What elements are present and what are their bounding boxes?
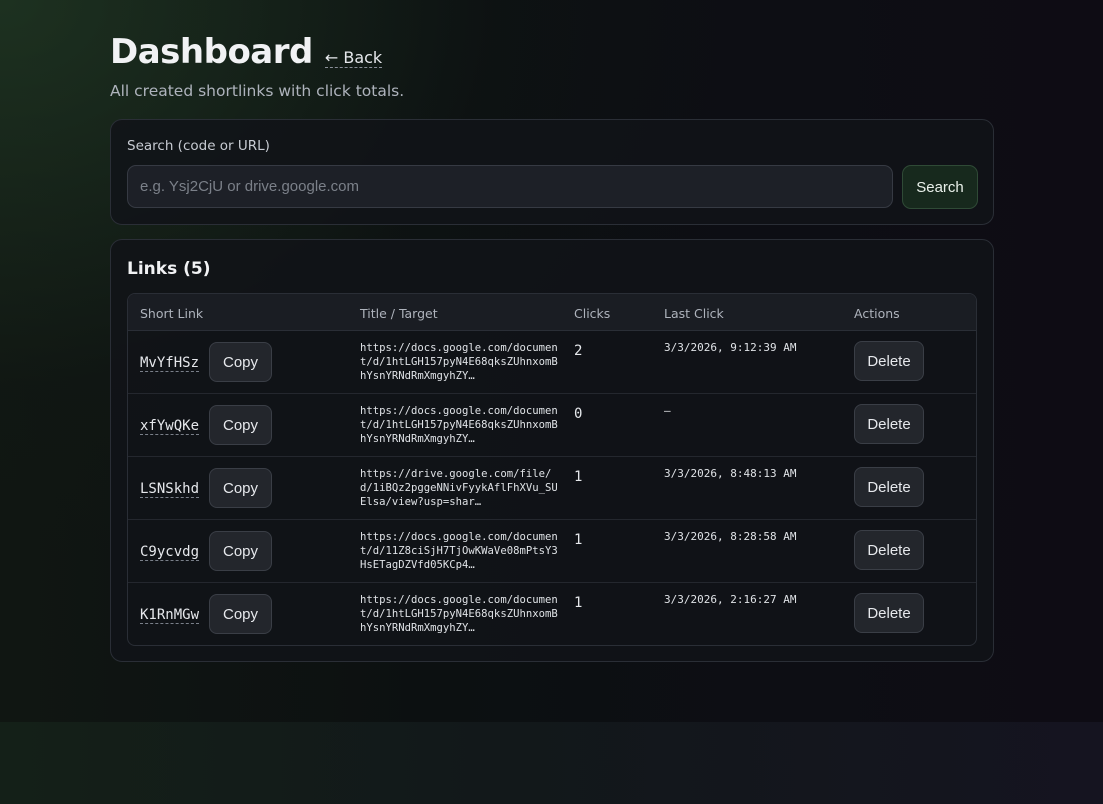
- last-click-time: 3/3/2026, 8:48:13 AM: [664, 467, 797, 480]
- column-header-clicks: Clicks: [574, 306, 611, 321]
- column-header-short-link: Short Link: [140, 306, 204, 321]
- short-link-code[interactable]: K1RnMGw: [140, 607, 200, 624]
- column-header-title-target: Title / Target: [360, 306, 438, 321]
- delete-button[interactable]: Delete: [854, 467, 924, 507]
- short-link-code[interactable]: xfYwQKe: [140, 418, 200, 435]
- click-count: 1: [574, 532, 583, 548]
- copy-button[interactable]: Copy: [209, 342, 272, 382]
- table-row: LSNSkhd Copy https://drive.google.com/fi…: [128, 457, 976, 520]
- last-click-time: 3/3/2026, 9:12:39 AM: [664, 341, 797, 354]
- links-title: Links (5): [127, 259, 211, 279]
- page-header: Dashboard ← Back: [110, 32, 383, 72]
- link-target: https://docs.google.com/document/d/1htLG…: [360, 594, 558, 634]
- click-count: 2: [574, 343, 583, 359]
- copy-button[interactable]: Copy: [209, 468, 272, 508]
- table-header: Short Link Title / Target Clicks Last Cl…: [128, 294, 976, 331]
- column-header-last-click: Last Click: [664, 306, 724, 321]
- delete-button[interactable]: Delete: [854, 530, 924, 570]
- short-link-code[interactable]: C9ycvdg: [140, 544, 200, 561]
- copy-button[interactable]: Copy: [209, 594, 272, 634]
- links-card: Links (5) Short Link Title / Target Clic…: [110, 239, 994, 662]
- link-target: https://docs.google.com/document/d/1htLG…: [360, 405, 558, 445]
- short-link-code[interactable]: LSNSkhd: [140, 481, 200, 498]
- last-click-time: 3/3/2026, 8:28:58 AM: [664, 530, 797, 543]
- page-title: Dashboard: [110, 32, 313, 72]
- last-click-time: 3/3/2026, 2:16:27 AM: [664, 593, 797, 606]
- link-target: https://docs.google.com/document/d/11Z8c…: [360, 531, 558, 571]
- search-button[interactable]: Search: [902, 165, 978, 209]
- delete-button[interactable]: Delete: [854, 593, 924, 633]
- copy-button[interactable]: Copy: [209, 531, 272, 571]
- page-subtitle: All created shortlinks with click totals…: [110, 82, 405, 100]
- delete-button[interactable]: Delete: [854, 341, 924, 381]
- short-link-code[interactable]: MvYfHSz: [140, 355, 200, 372]
- search-input[interactable]: [127, 165, 893, 208]
- table-row: MvYfHSz Copy https://docs.google.com/doc…: [128, 331, 976, 394]
- column-header-actions: Actions: [854, 306, 900, 321]
- table-row: xfYwQKe Copy https://docs.google.com/doc…: [128, 394, 976, 457]
- table-row: C9ycvdg Copy https://docs.google.com/doc…: [128, 520, 976, 583]
- search-label: Search (code or URL): [127, 138, 270, 154]
- copy-button[interactable]: Copy: [209, 405, 272, 445]
- link-target: https://drive.google.com/file/d/1iBQz2pg…: [360, 468, 558, 508]
- back-link[interactable]: ← Back: [324, 49, 383, 68]
- delete-button[interactable]: Delete: [854, 404, 924, 444]
- page-footer-background: [0, 722, 1103, 804]
- table-row: K1RnMGw Copy https://docs.google.com/doc…: [128, 583, 976, 645]
- search-card: Search (code or URL) Search: [110, 119, 994, 225]
- click-count: 1: [574, 469, 583, 485]
- click-count: 0: [574, 406, 583, 422]
- last-click-time: —: [664, 404, 671, 417]
- link-target: https://docs.google.com/document/d/1htLG…: [360, 342, 558, 382]
- links-table: Short Link Title / Target Clicks Last Cl…: [127, 293, 977, 646]
- click-count: 1: [574, 595, 583, 611]
